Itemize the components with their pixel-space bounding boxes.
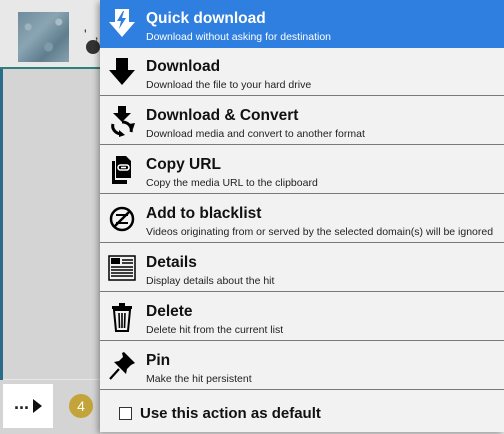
- menu-item-description: Delete hit from the current list: [146, 324, 284, 336]
- menu-item-title: Add to blacklist: [146, 205, 262, 222]
- default-action-label: Use this action as default: [140, 404, 321, 422]
- play-arrow-icon: [33, 399, 42, 413]
- more-label: ...: [13, 393, 29, 413]
- action-context-menu: Quick download Download without asking f…: [100, 0, 504, 432]
- pin-icon: [106, 350, 138, 382]
- screen: ' , ... 4 Quick download Download withou…: [0, 0, 504, 434]
- menu-item-title: Details: [146, 254, 197, 271]
- download-arrow-icon: [106, 56, 138, 88]
- more-actions-button[interactable]: ...: [3, 384, 53, 428]
- menu-item-description: Download without asking for destination: [146, 31, 332, 43]
- menu-item-description: Copy the media URL to the clipboard: [146, 177, 318, 189]
- menu-item-title: Download & Convert: [146, 107, 299, 124]
- menu-item-delete[interactable]: Delete Delete hit from the current list: [100, 293, 504, 341]
- menu-item-download[interactable]: Download Download the file to your hard …: [100, 48, 504, 96]
- copy-link-icon: [106, 154, 138, 186]
- menu-item-description: Download the file to your hard drive: [146, 79, 312, 91]
- menu-item-quick-download[interactable]: Quick download Download without asking f…: [100, 0, 504, 48]
- menu-item-title: Pin: [146, 352, 171, 369]
- hit-list-area: [0, 69, 100, 379]
- blacklist-icon: [106, 203, 138, 235]
- menu-item-add-blacklist[interactable]: Add to blacklist Videos originating from…: [100, 195, 504, 243]
- menu-item-title: Quick download: [146, 10, 266, 27]
- menu-item-title: Download: [146, 58, 221, 75]
- hit-status-icon: [86, 40, 100, 54]
- convert-icon: [106, 105, 138, 137]
- menu-item-description: Display details about the hit: [146, 275, 275, 287]
- menu-item-copy-url[interactable]: Copy URL Copy the media URL to the clipb…: [100, 146, 504, 194]
- menu-item-title: Delete: [146, 303, 193, 320]
- default-action-row[interactable]: Use this action as default: [100, 394, 504, 432]
- menu-item-download-convert[interactable]: Download & Convert Download media and co…: [100, 97, 504, 145]
- menu-item-details[interactable]: Details Display details about the hit: [100, 244, 504, 292]
- menu-item-title: Copy URL: [146, 156, 221, 173]
- menu-item-description: Make the hit persistent: [146, 373, 252, 385]
- details-icon: [106, 252, 138, 284]
- menu-item-pin[interactable]: Pin Make the hit persistent: [100, 342, 504, 390]
- default-action-checkbox[interactable]: [119, 406, 132, 420]
- menu-item-description: Download media and convert to another fo…: [146, 128, 365, 140]
- quick-download-icon: [106, 8, 138, 40]
- trash-icon: [106, 301, 138, 333]
- hit-count-badge: 4: [69, 394, 93, 418]
- menu-item-description: Videos originating from or served by the…: [146, 226, 494, 238]
- hit-thumbnail[interactable]: [18, 12, 69, 62]
